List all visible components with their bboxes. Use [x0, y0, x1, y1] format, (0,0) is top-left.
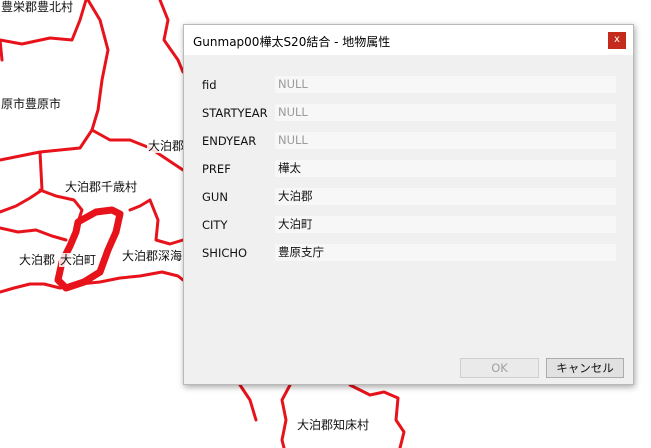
- field-label-gun: GUN: [202, 190, 228, 204]
- dialog-title: Gunmap00樺太S20結合 - 地物属性: [193, 35, 391, 49]
- map-label-toyosakae: 豊栄郡豊北村: [0, 0, 75, 14]
- attribute-row-startyear: STARTYEAR NULL: [184, 104, 633, 122]
- attribute-row-gun: GUN 大泊郡: [184, 188, 633, 206]
- attribute-row-city: CITY 大泊町: [184, 216, 633, 234]
- dialog-titlebar[interactable]: Gunmap00樺太S20結合 - 地物属性 x: [184, 25, 633, 55]
- field-input-gun[interactable]: 大泊郡: [275, 188, 616, 205]
- field-input-startyear[interactable]: NULL: [275, 104, 616, 121]
- map-label-chitose: 大泊郡千歳村: [64, 180, 139, 194]
- field-input-endyear[interactable]: NULL: [275, 132, 616, 149]
- field-label-fid: fid: [202, 78, 217, 92]
- field-label-pref: PREF: [202, 162, 231, 176]
- field-input-pref[interactable]: 樺太: [275, 160, 616, 177]
- map-label-fukaumi: 大泊郡深海: [121, 249, 184, 263]
- field-input-shicho[interactable]: 豊原支庁: [275, 244, 616, 261]
- map-label-odomari-gun-2: 大泊郡: [18, 253, 57, 267]
- attribute-row-pref: PREF 樺太: [184, 160, 633, 178]
- map-label-odomari-gun: 大泊郡: [147, 139, 186, 153]
- close-button[interactable]: x: [608, 32, 626, 49]
- field-label-endyear: ENDYEAR: [202, 134, 257, 148]
- field-input-city[interactable]: 大泊町: [275, 216, 616, 233]
- ok-button[interactable]: OK: [460, 358, 539, 378]
- field-input-fid[interactable]: NULL: [275, 76, 616, 93]
- attribute-row-fid: fid NULL: [184, 76, 633, 94]
- attribute-row-shicho: SHICHO 豊原支庁: [184, 244, 633, 262]
- field-label-city: CITY: [202, 218, 228, 232]
- feature-attributes-dialog: Gunmap00樺太S20結合 - 地物属性 x fid NULL STARTY…: [183, 24, 634, 385]
- attribute-row-endyear: ENDYEAR NULL: [184, 132, 633, 150]
- map-label-shiretoko: 大泊郡知床村: [296, 418, 371, 432]
- map-label-toyohara: 原市豊原市: [0, 97, 63, 111]
- field-label-startyear: STARTYEAR: [202, 106, 268, 120]
- map-label-odomari-town: 大泊町: [59, 253, 98, 267]
- cancel-button[interactable]: キャンセル: [546, 358, 624, 378]
- field-label-shicho: SHICHO: [202, 246, 248, 260]
